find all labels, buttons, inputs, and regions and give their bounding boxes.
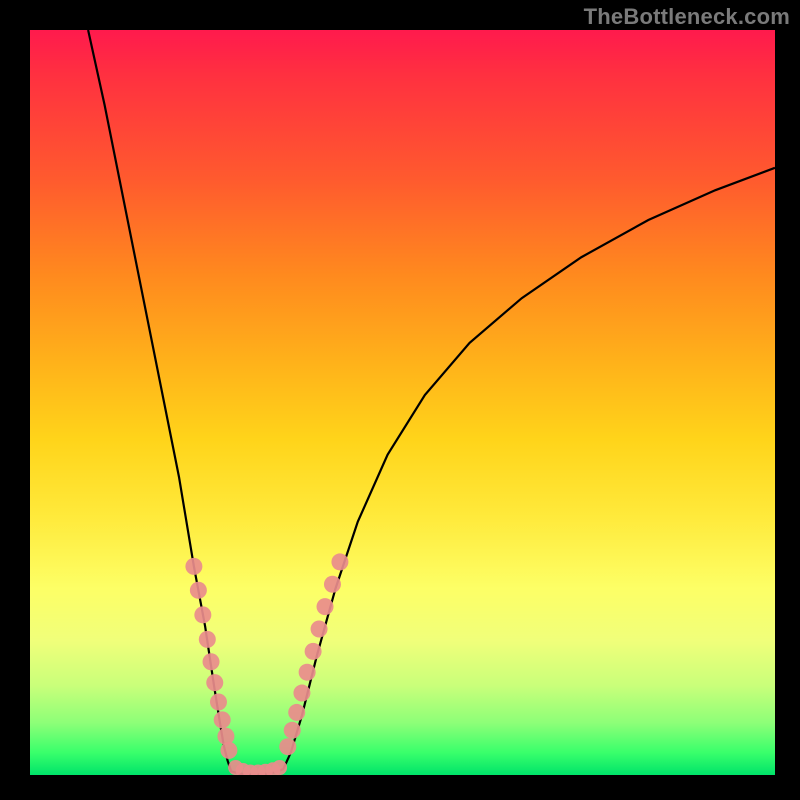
chart-svg: [30, 30, 775, 775]
data-marker: [279, 738, 296, 755]
data-marker: [214, 711, 231, 728]
data-marker: [331, 553, 348, 570]
data-marker: [272, 760, 287, 775]
data-marker: [305, 643, 322, 660]
data-marker: [206, 674, 223, 691]
plot-area: [30, 30, 775, 775]
data-marker: [299, 664, 316, 681]
data-marker: [217, 728, 234, 745]
data-marker: [185, 558, 202, 575]
data-marker: [317, 598, 334, 615]
watermark-label: TheBottleneck.com: [584, 4, 790, 30]
data-marker: [284, 722, 301, 739]
data-marker: [324, 576, 341, 593]
data-marker: [288, 704, 305, 721]
data-marker: [220, 742, 237, 759]
data-marker: [210, 693, 227, 710]
data-marker: [311, 620, 328, 637]
data-marker: [194, 606, 211, 623]
data-marker: [190, 582, 207, 599]
chart-frame: TheBottleneck.com: [0, 0, 800, 800]
data-marker: [293, 685, 310, 702]
bottleneck-curve: [88, 30, 775, 774]
data-marker: [199, 631, 216, 648]
data-marker: [203, 653, 220, 670]
